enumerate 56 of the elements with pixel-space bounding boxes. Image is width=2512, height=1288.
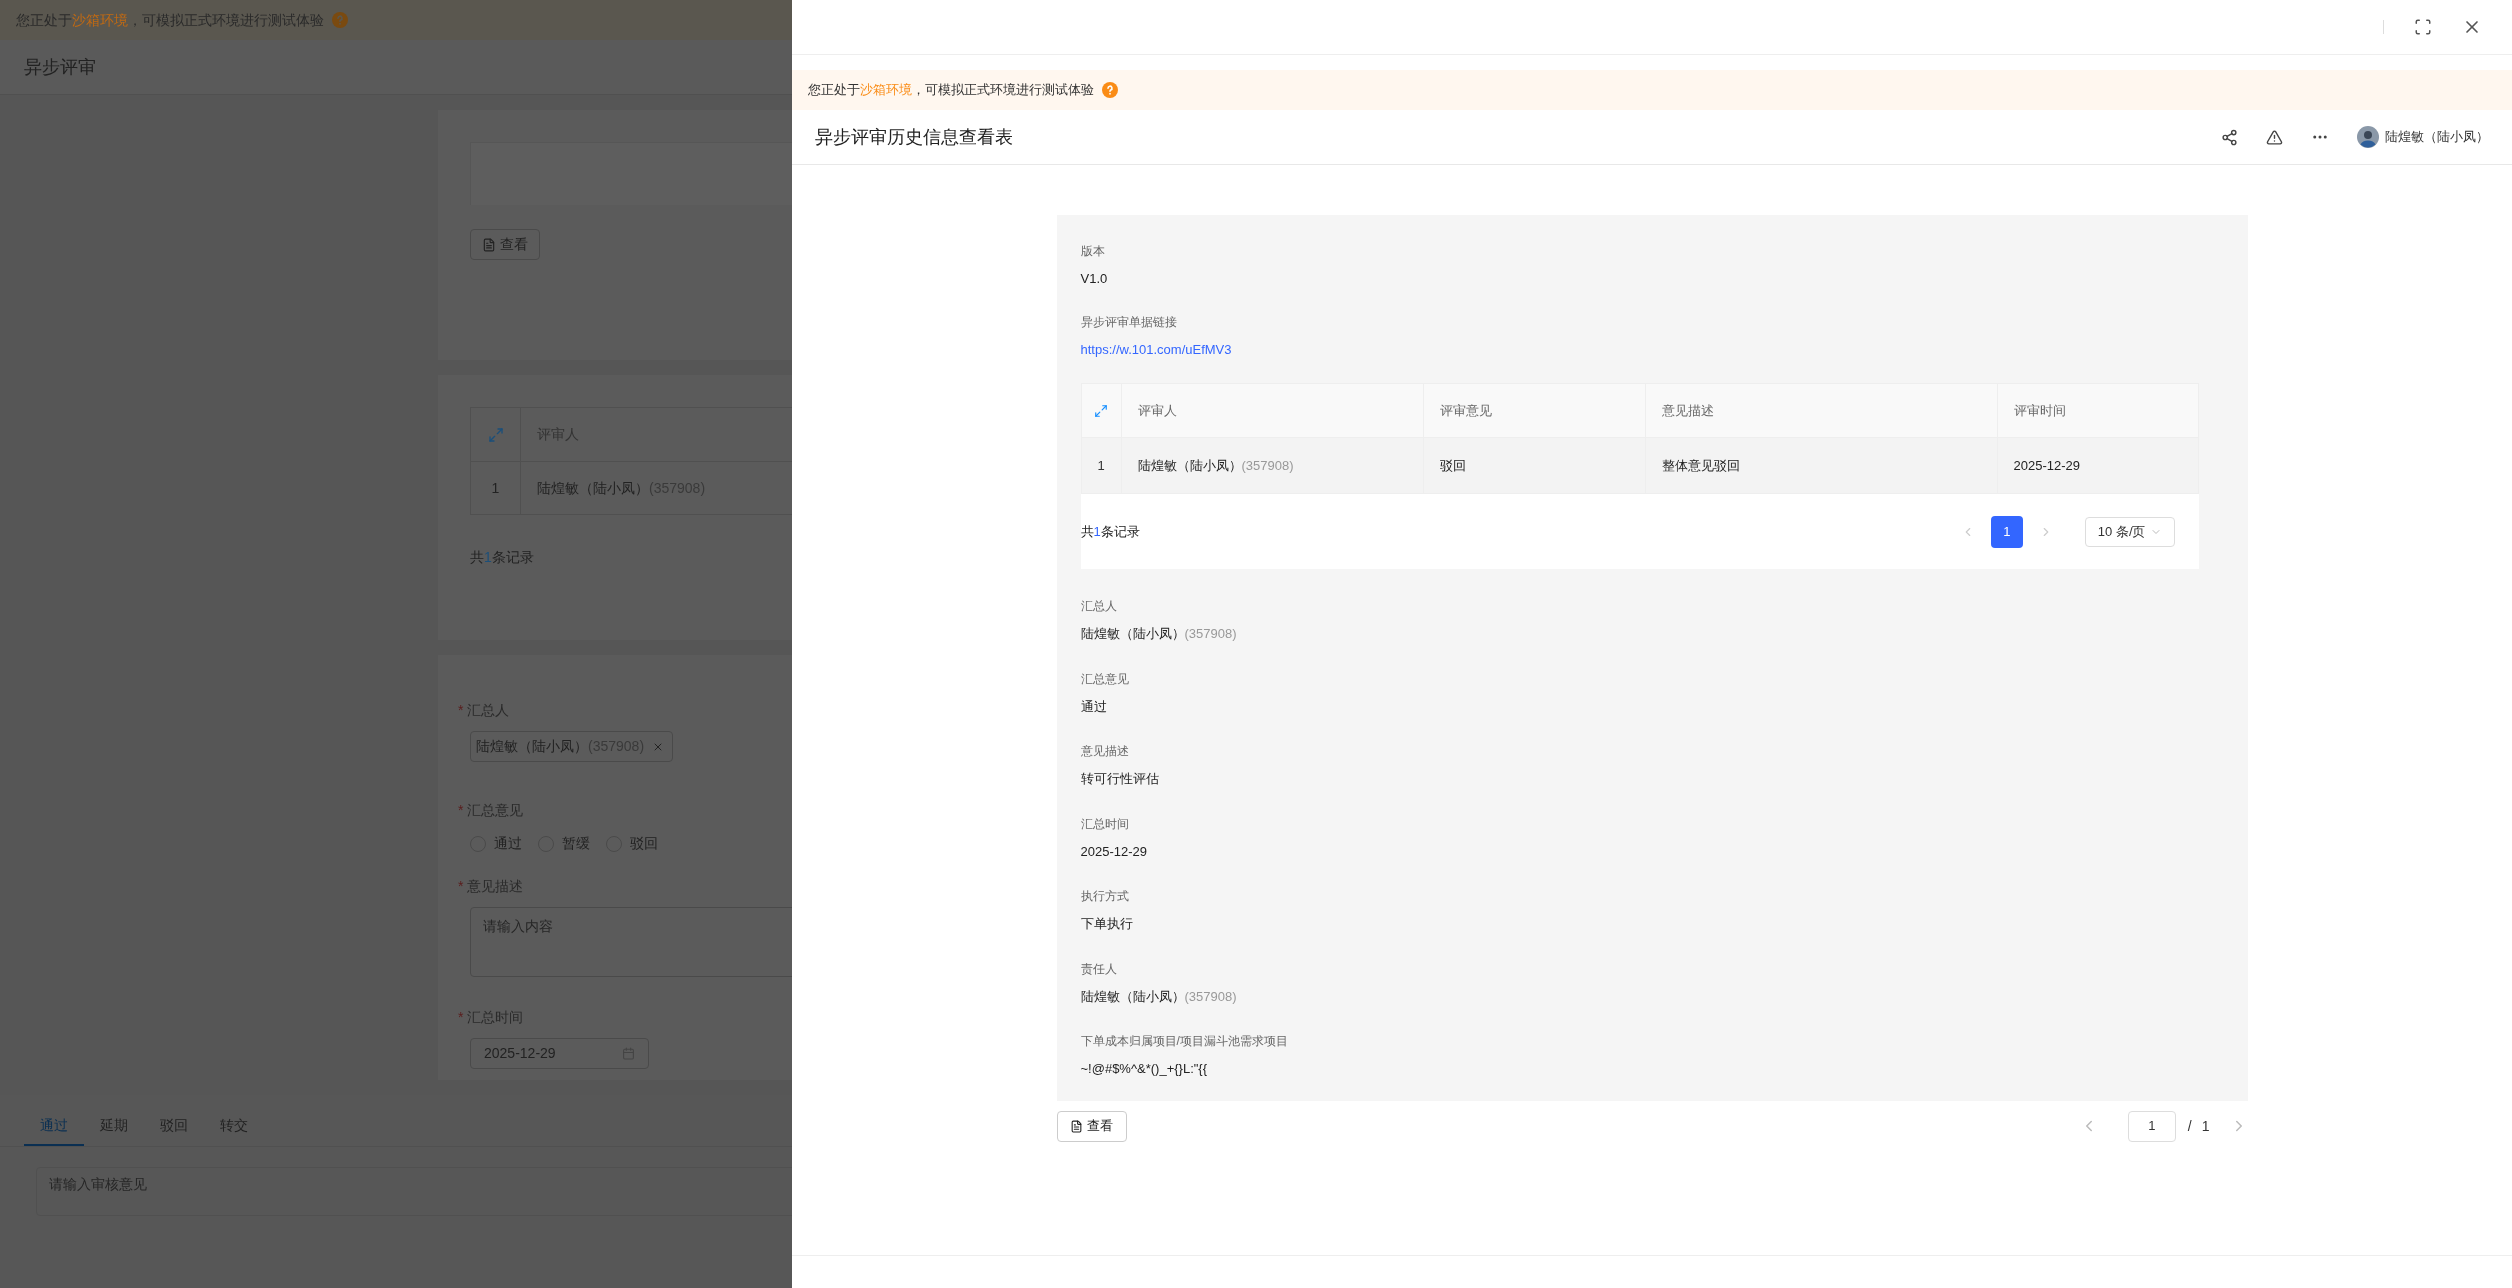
field-label: 异步评审单据链接 — [1080, 313, 1178, 331]
document-icon — [1070, 1119, 1083, 1133]
field-label: 版本 — [1080, 243, 1106, 260]
column-header: 评审时间 — [2013, 401, 2066, 420]
tab[interactable]: 通过 — [24, 1115, 84, 1146]
table-cell-text: 陆煌敏（陆小凤）(357908) — [1137, 456, 1294, 475]
field-value: 陆煌敏（陆小凤）(357908) — [1080, 987, 1238, 1006]
document-link[interactable]: https://w.101.com/uEfMV3 — [1080, 339, 2224, 359]
field-value: 转可行性评估 — [1080, 770, 1160, 788]
expand-icon[interactable] — [1094, 403, 1108, 418]
required-mark: * — [458, 1008, 464, 1027]
field-label: 汇总人 — [1080, 598, 1118, 615]
page-separator: / — [2187, 1116, 2192, 1136]
document-icon — [482, 237, 496, 252]
page-number-field[interactable]: 1 — [2127, 1110, 2176, 1142]
field-value: V1.0 — [1080, 270, 1109, 288]
required-mark: * — [458, 701, 464, 720]
field-label: 意见描述 — [1080, 743, 1130, 760]
field-label: 汇总意见 — [1080, 670, 1130, 688]
sandbox-notice: 您正处于沙箱环境，可模拟正式环境进行测试体验 — [808, 81, 1094, 100]
page-size-select[interactable]: 10 条/页 — [2084, 516, 2175, 547]
avatar — [2357, 126, 2379, 148]
share-icon[interactable] — [2221, 128, 2238, 146]
column-header: 意见描述 — [1661, 401, 1714, 420]
table-cell-text: 驳回 — [1439, 456, 1466, 475]
radio-option[interactable]: 通过 — [470, 833, 522, 854]
field-label: 汇总时间 — [1080, 815, 1130, 833]
date-field[interactable]: 2025-12-29 — [470, 1038, 649, 1069]
field-label: 下单成本归属项目/项目漏斗池需求项目 — [1080, 1033, 1289, 1050]
row-number: 1 — [1097, 456, 1105, 475]
field-label: 责任人 — [1080, 960, 1118, 978]
drawer-title: 异步评审历史信息查看表 — [815, 125, 1014, 149]
required-mark: * — [458, 877, 464, 896]
column-header: 评审意见 — [1439, 401, 1492, 420]
table-cell-text: 2025-12-29 — [2013, 456, 2080, 475]
view-button[interactable]: 查看 — [1056, 1110, 1127, 1142]
column-header: 评审人 — [1137, 401, 1177, 420]
user-name: 陆煌敏（陆小凤） — [2385, 128, 2489, 147]
warning-icon[interactable] — [2266, 128, 2283, 146]
field-value: 2025-12-29 — [1080, 842, 1148, 861]
required-mark: * — [458, 801, 464, 820]
field-value: 通过 — [1080, 697, 1108, 716]
help-icon — [1102, 82, 1118, 98]
table-cell-text: 整体意见驳回 — [1661, 456, 1740, 475]
row-number: 1 — [491, 478, 500, 498]
help-icon — [332, 12, 348, 28]
field-value: 下单执行 — [1080, 915, 1134, 933]
page-button[interactable]: 1 — [1990, 515, 2023, 548]
page-title: 异步评审 — [24, 55, 96, 79]
field-label: 执行方式 — [1080, 888, 1130, 905]
field-value: 陆煌敏（陆小凤）(357908) — [1080, 625, 1238, 643]
calendar-icon — [622, 1047, 635, 1060]
fullscreen-icon[interactable] — [2414, 18, 2432, 36]
page-total: 1 — [2201, 1116, 2210, 1136]
field-value: ~!@#$%^&*()_+{}L:"{{ — [1080, 1060, 1209, 1078]
record-count: 共1条记录 — [1080, 522, 1141, 541]
